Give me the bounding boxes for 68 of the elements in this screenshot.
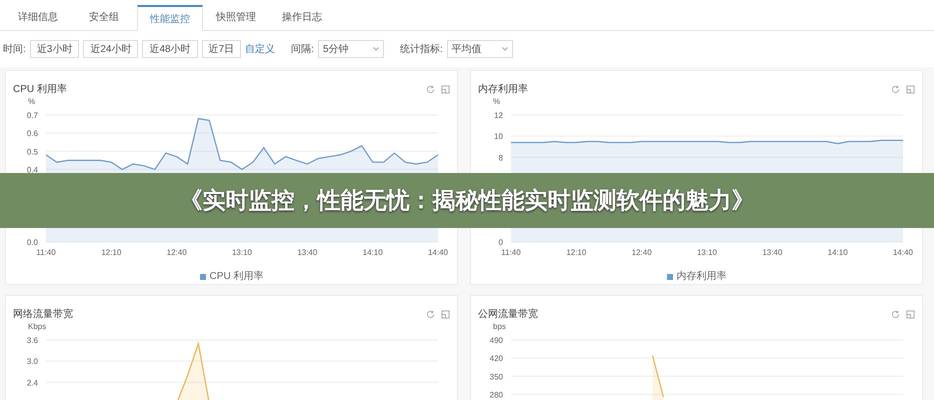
y-tick-label: 0 <box>498 238 503 247</box>
y-tick-label: 8 <box>498 153 503 162</box>
x-tick-label: 13:10 <box>696 248 718 257</box>
time-range-button[interactable]: 近24小时 <box>83 40 138 58</box>
unit-label: bps <box>493 322 506 331</box>
unit-label: % <box>28 97 36 106</box>
y-tick-label: 0.7 <box>26 111 38 120</box>
custom-range-link[interactable]: 自定义 <box>245 42 276 56</box>
y-tick-label: 0.0 <box>26 238 38 247</box>
tab[interactable]: 安全组 <box>71 4 137 30</box>
chart-title: 公网流量带宽 <box>478 308 538 322</box>
tab[interactable]: 操作日志 <box>269 4 335 30</box>
metric-label: 统计指标: <box>400 42 443 56</box>
y-tick-label: 0.6 <box>26 129 38 138</box>
y-tick-label: 2.4 <box>26 378 38 388</box>
x-tick-label: 14:40 <box>428 248 448 257</box>
chevron-down-icon <box>372 47 379 51</box>
expand-icon[interactable] <box>906 84 915 94</box>
x-tick-label: 12:10 <box>566 248 586 257</box>
expand-icon[interactable] <box>441 84 450 94</box>
y-tick-label: 10 <box>494 132 503 142</box>
x-tick-label: 12:40 <box>166 248 187 257</box>
x-tick-label: 11:40 <box>501 248 521 257</box>
chart-title: CPU 利用率 <box>13 82 67 96</box>
x-tick-label: 13:10 <box>232 248 252 257</box>
time-range-button[interactable]: 近48小时 <box>142 40 198 58</box>
expand-icon[interactable] <box>441 310 450 318</box>
x-tick-label: 14:10 <box>362 248 383 257</box>
unit-label: % <box>493 97 500 106</box>
refresh-icon[interactable] <box>891 84 900 94</box>
data-area <box>652 355 664 400</box>
chevron-down-icon <box>502 47 508 51</box>
banner-title: 《实时监控，性能无忧：揭秘性能实时监测软件的魅力》 <box>180 186 754 216</box>
interval-select[interactable]: 5分钟 <box>318 40 384 58</box>
x-tick-label: 12:10 <box>101 248 122 257</box>
y-tick-label: 490 <box>490 336 503 345</box>
refresh-icon[interactable] <box>426 310 435 318</box>
time-label: 时间: <box>3 42 26 56</box>
time-range-button[interactable]: 近7日 <box>202 40 242 58</box>
unit-label: Kbps <box>28 322 46 331</box>
chart-title: 网络流量带宽 <box>13 308 73 322</box>
x-tick-label: 13:40 <box>762 248 782 257</box>
metric-select[interactable]: 平均值 <box>446 40 513 58</box>
tab[interactable]: 详细信息 <box>5 4 71 30</box>
x-tick-label: 12:40 <box>632 248 652 257</box>
interval-label: 间隔: <box>291 42 314 56</box>
legend-label: 内存利用率 <box>676 270 726 284</box>
y-tick-label: 350 <box>490 372 503 382</box>
refresh-icon[interactable] <box>426 84 435 94</box>
data-area <box>176 341 210 400</box>
y-tick-label: 12 <box>494 111 503 120</box>
tab[interactable]: 快照管理 <box>203 4 269 30</box>
expand-icon[interactable] <box>906 310 915 318</box>
y-tick-label: 420 <box>490 354 503 364</box>
refresh-icon[interactable] <box>891 310 900 318</box>
y-tick-label: 280 <box>490 390 503 400</box>
time-range-button[interactable]: 近3小时 <box>30 40 80 58</box>
chart-title: 内存利用率 <box>478 82 528 96</box>
tab[interactable]: 性能监控 <box>137 5 203 31</box>
y-tick-label: 3.0 <box>26 357 38 366</box>
x-tick-label: 13:40 <box>297 248 318 257</box>
x-tick-label: 14:10 <box>828 248 848 257</box>
y-tick-label: 0.5 <box>26 147 38 156</box>
y-tick-label: 3.6 <box>26 336 38 345</box>
legend-label: CPU 利用率 <box>210 270 264 284</box>
x-tick-label: 11:40 <box>36 248 56 257</box>
x-tick-label: 14:40 <box>892 248 914 257</box>
y-tick-label: 0.4 <box>26 165 38 174</box>
